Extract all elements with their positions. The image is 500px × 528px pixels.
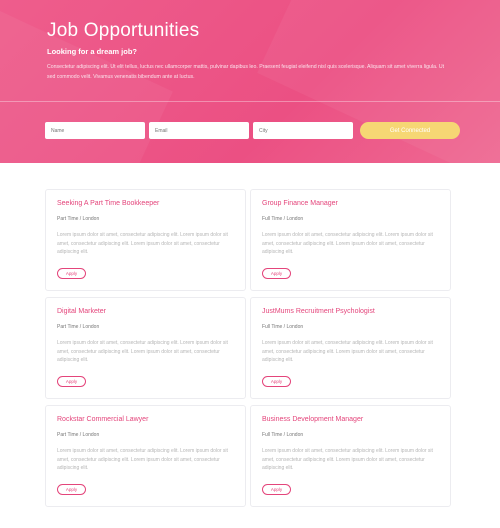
job-description: Lorem ipsum dolor sit amet, consectetur …: [262, 232, 433, 255]
hero-subtitle: Looking for a dream job?: [47, 47, 138, 56]
job-list: Seeking A Part Time Bookkeeper Part Time…: [45, 189, 451, 507]
email-input[interactable]: [149, 122, 249, 139]
apply-button[interactable]: Apply: [262, 484, 291, 495]
job-meta: Part Time / London: [57, 324, 100, 330]
job-meta: Full Time / London: [262, 216, 304, 222]
get-connected-button[interactable]: Get Connected: [360, 122, 460, 139]
job-description: Lorem ipsum dolor sit amet, consectetur …: [57, 448, 228, 471]
apply-button[interactable]: Apply: [57, 484, 86, 495]
job-description: Lorem ipsum dolor sit amet, consectetur …: [57, 340, 228, 363]
apply-button[interactable]: Apply: [57, 376, 86, 387]
job-title-link[interactable]: Business Development Manager: [262, 416, 439, 423]
job-title-link[interactable]: JustMums Recruitment Psychologist: [262, 308, 439, 315]
job-description: Lorem ipsum dolor sit amet, consectetur …: [57, 232, 228, 255]
job-title-link[interactable]: Group Finance Manager: [262, 200, 439, 207]
hero-banner: Job Opportunities Looking for a dream jo…: [0, 0, 500, 163]
apply-button[interactable]: Apply: [57, 268, 86, 279]
hero-divider: [0, 101, 500, 102]
job-meta: Full Time / London: [262, 432, 304, 438]
job-description: Lorem ipsum dolor sit amet, consectetur …: [262, 340, 433, 363]
job-card: Rockstar Commercial Lawyer Part Time / L…: [45, 405, 246, 507]
job-title-link[interactable]: Seeking A Part Time Bookkeeper: [57, 200, 234, 207]
apply-button[interactable]: Apply: [262, 376, 291, 387]
apply-button[interactable]: Apply: [262, 268, 291, 279]
job-description: Lorem ipsum dolor sit amet, consectetur …: [262, 448, 433, 471]
job-meta: Part Time / London: [57, 216, 100, 222]
job-card: Group Finance Manager Full Time / London…: [250, 189, 451, 291]
signup-form: Get Connected: [45, 122, 460, 139]
job-title-link[interactable]: Rockstar Commercial Lawyer: [57, 416, 234, 423]
job-card: Business Development Manager Full Time /…: [250, 405, 451, 507]
page-title: Job Opportunities: [47, 20, 200, 41]
job-card: JustMums Recruitment Psychologist Full T…: [250, 297, 451, 399]
job-meta: Full Time / London: [262, 324, 304, 330]
hero-description: Consectetur adipiscing elit. Ut elit tel…: [47, 64, 445, 80]
job-card: Seeking A Part Time Bookkeeper Part Time…: [45, 189, 246, 291]
city-input[interactable]: [253, 122, 353, 139]
job-title-link[interactable]: Digital Marketer: [57, 308, 234, 315]
job-card: Digital Marketer Part Time / London Lore…: [45, 297, 246, 399]
job-meta: Part Time / London: [57, 432, 100, 438]
name-input[interactable]: [45, 122, 145, 139]
